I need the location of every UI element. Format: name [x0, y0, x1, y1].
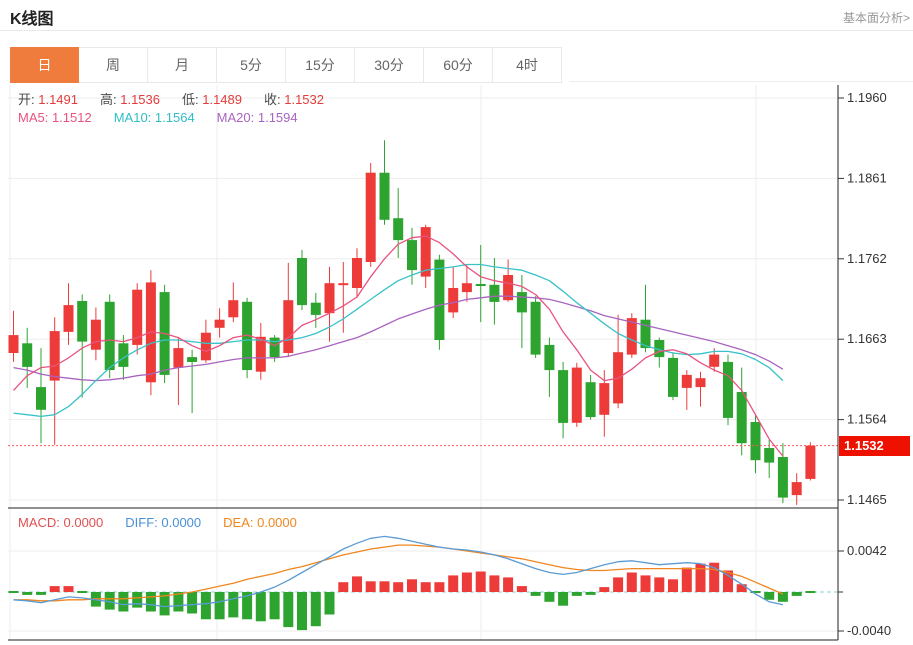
- dea-label: DEA:: [223, 515, 253, 530]
- open-label: 开:: [18, 92, 35, 107]
- diff-label: DIFF:: [125, 515, 158, 530]
- high-label: 高:: [100, 92, 117, 107]
- ma10-legend-item: MA10: 1.1564: [114, 110, 195, 125]
- dea-legend-item: DEA: 0.0000: [223, 515, 297, 530]
- svg-text:1.1663: 1.1663: [847, 331, 887, 346]
- macd-legend: MACD: 0.0000DIFF: 0.0000DEA: 0.0000: [18, 515, 319, 530]
- candles-layer: [9, 140, 816, 505]
- macd-legend-item: MACD: 0.0000: [18, 515, 103, 530]
- low-value: 1.1489: [199, 92, 242, 107]
- low-label: 低:: [182, 92, 199, 107]
- macd-value: 0.0000: [60, 515, 103, 530]
- ohlc-legend: 开: 1.1491 高: 1.1536 低: 1.1489 收: 1.1532: [18, 89, 346, 108]
- svg-text:-0.0040: -0.0040: [847, 623, 891, 638]
- kline-page: K线图 基本面分析> 日周月5分15分30分60分4时 1.19601.1861…: [0, 0, 913, 645]
- macd-axis-labels: 0.0042 -0.0040: [838, 543, 891, 638]
- svg-text:1.1861: 1.1861: [847, 170, 887, 185]
- close-legend-item: 收: 1.1532: [264, 92, 324, 107]
- ma-legend: MA5: 1.1512 MA10: 1.1564 MA20: 1.1594: [18, 110, 320, 125]
- open-value: 1.1491: [35, 92, 78, 107]
- close-label: 收:: [264, 92, 281, 107]
- close-value: 1.1532: [281, 92, 324, 107]
- ma5-legend-item: MA5: 1.1512: [18, 110, 92, 125]
- current-price-badge: 1.1532: [839, 436, 910, 456]
- low-legend-item: 低: 1.1489: [182, 92, 242, 107]
- ma20-label: MA20:: [217, 110, 255, 125]
- ma10-value: 1.1564: [151, 110, 194, 125]
- diff-legend-item: DIFF: 0.0000: [125, 515, 201, 530]
- high-legend-item: 高: 1.1536: [100, 92, 160, 107]
- kline-chart[interactable]: 1.1960 1.1861 1.1762 1.1663 1.1564 1.1465 0.00…: [0, 0, 913, 645]
- dea-value: 0.0000: [253, 515, 296, 530]
- diff-value: 0.0000: [158, 515, 201, 530]
- ma5-label: MA5:: [18, 110, 48, 125]
- open-legend-item: 开: 1.1491: [18, 92, 78, 107]
- svg-text:1.1762: 1.1762: [847, 251, 887, 266]
- high-value: 1.1536: [117, 92, 160, 107]
- dif-dea-layer: [14, 536, 783, 606]
- ma20-legend-item: MA20: 1.1594: [217, 110, 298, 125]
- svg-text:1.1960: 1.1960: [847, 90, 887, 105]
- macd-label: MACD:: [18, 515, 60, 530]
- svg-text:0.0042: 0.0042: [847, 543, 887, 558]
- ma5-value: 1.1512: [48, 110, 91, 125]
- ma10-label: MA10:: [114, 110, 152, 125]
- svg-text:1.1564: 1.1564: [847, 412, 887, 427]
- macd-histogram-layer: [9, 563, 816, 630]
- svg-text:1.1465: 1.1465: [847, 492, 887, 507]
- ma-lines-layer: [14, 236, 783, 456]
- ma20-value: 1.1594: [254, 110, 297, 125]
